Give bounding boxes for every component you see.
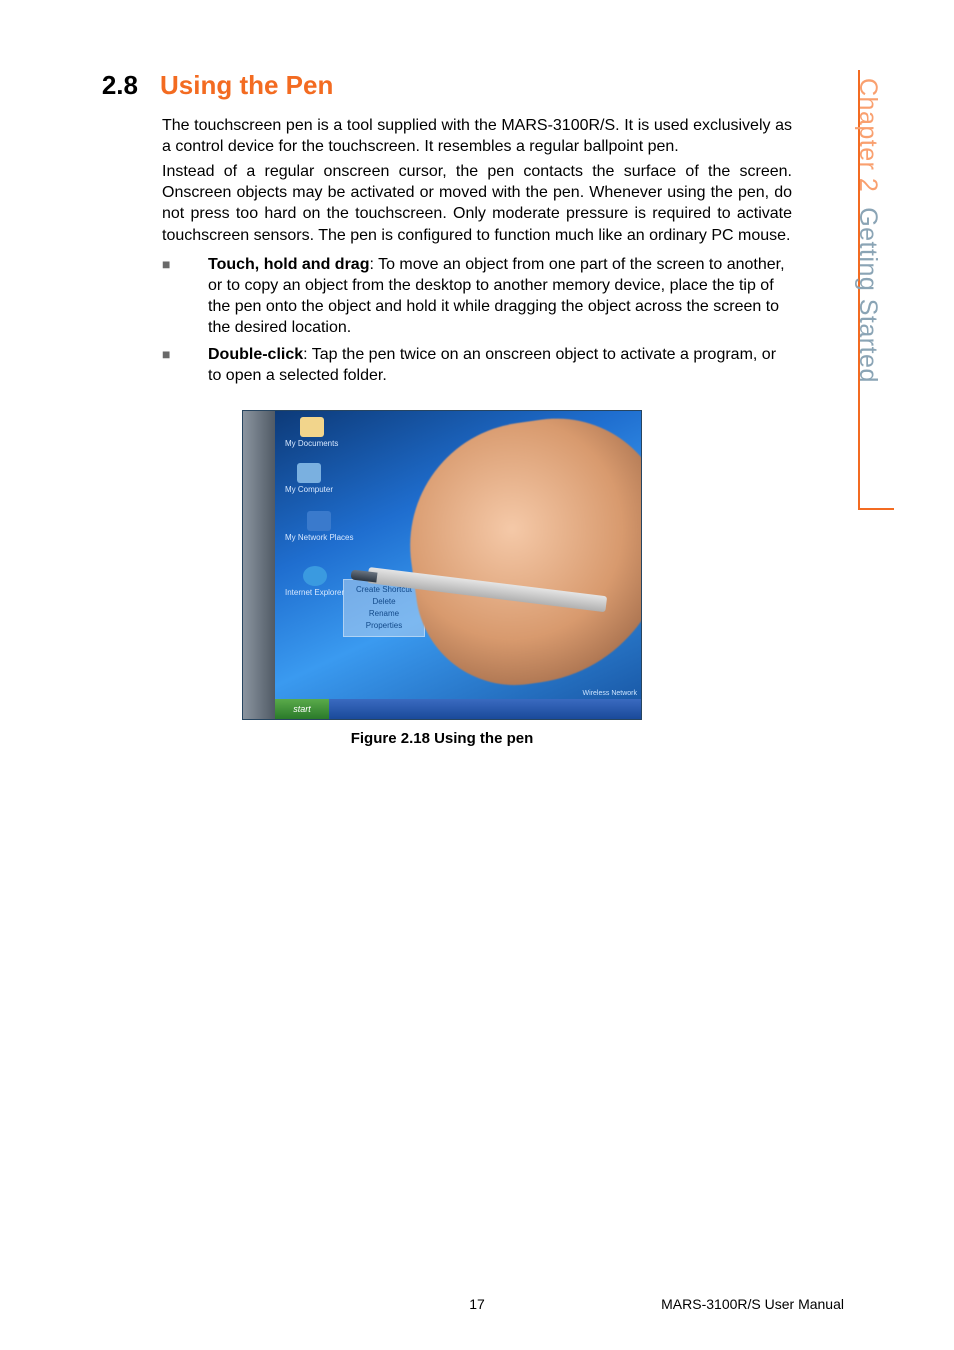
figure-wrap: My Documents My Computer My Network Plac… <box>92 410 792 747</box>
manual-name: MARS-3100R/S User Manual <box>661 1296 844 1312</box>
chapter-label: Chapter 2 <box>854 78 882 192</box>
side-tab-text: Chapter 2 Getting Started <box>853 78 882 383</box>
figure-caption: Figure 2.18 Using the pen <box>92 730 792 747</box>
paragraph-2: Instead of a regular onscreen cursor, th… <box>162 161 792 245</box>
bullet-1-bold: Touch, hold and drag <box>208 256 369 273</box>
section-title: Using the Pen <box>160 70 333 101</box>
section-heading: 2.8 Using the Pen <box>92 70 792 101</box>
my-computer-icon: My Computer <box>285 463 333 494</box>
menu-properties: Properties <box>350 620 418 632</box>
start-button: start <box>275 699 329 719</box>
figure-image: My Documents My Computer My Network Plac… <box>242 410 642 720</box>
chapter-title: Getting Started <box>854 207 882 383</box>
ie-label: Internet Explorer <box>285 588 344 597</box>
body-text: The touchscreen pen is a tool supplied w… <box>162 115 792 246</box>
paragraph-1: The touchscreen pen is a tool supplied w… <box>162 115 792 157</box>
section-number: 2.8 <box>92 70 138 101</box>
page-number: 17 <box>469 1296 485 1312</box>
my-documents-label: My Documents <box>285 439 338 448</box>
bullet-list: Touch, hold and drag: To move an object … <box>162 254 792 387</box>
bullet-item-1: Touch, hold and drag: To move an object … <box>162 254 792 338</box>
bullet-2-bold: Double-click <box>208 346 303 363</box>
my-network-label: My Network Places <box>285 533 353 542</box>
ie-icon: Internet Explorer <box>285 566 344 597</box>
my-network-icon: My Network Places <box>285 511 353 542</box>
my-computer-label: My Computer <box>285 485 333 494</box>
menu-delete: Delete <box>350 596 418 608</box>
monitor-bezel <box>243 411 275 719</box>
my-documents-icon: My Documents <box>285 417 338 448</box>
taskbar: start <box>275 699 641 719</box>
system-tray: Wireless Network <box>583 690 637 697</box>
bullet-item-2: Double-click: Tap the pen twice on an on… <box>162 344 792 386</box>
menu-rename: Rename <box>350 608 418 620</box>
